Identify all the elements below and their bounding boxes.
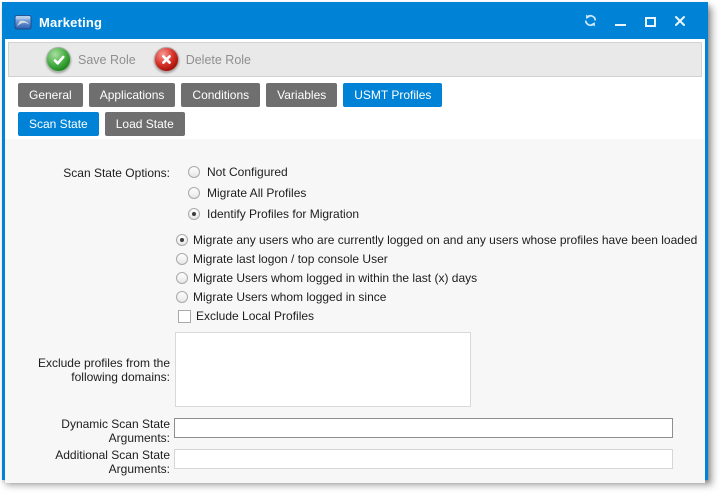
maximize-button[interactable] (637, 10, 663, 34)
marketing-role-window: Marketing (2, 2, 708, 480)
refresh-icon (583, 13, 598, 31)
radio-option-identify-profiles[interactable]: Identify Profiles for Migration (188, 207, 359, 221)
radio-label: Identify Profiles for Migration (207, 207, 359, 221)
radio-icon (176, 291, 188, 303)
exclude-local-profiles-checkbox[interactable]: Exclude Local Profiles (178, 309, 314, 323)
radio-icon (188, 166, 200, 178)
close-button[interactable] (667, 10, 693, 34)
radio-icon (176, 234, 188, 246)
checkbox-icon (178, 310, 191, 323)
titlebar[interactable]: Marketing (5, 5, 705, 39)
minimize-button[interactable] (607, 10, 633, 34)
exclude-domains-label: Exclude profiles from the following doma… (30, 356, 170, 384)
radio-option-not-configured[interactable]: Not Configured (188, 165, 288, 179)
radio-label: Migrate Users whom logged in within the … (193, 271, 477, 285)
maximize-icon (645, 17, 656, 27)
radio-label: Migrate Users whom logged in since (193, 290, 386, 304)
additional-scan-state-arguments-input[interactable] (174, 449, 673, 469)
checkbox-label: Exclude Local Profiles (196, 309, 314, 323)
radio-icon (188, 187, 200, 199)
window-body: Save Role Delete Role General Applicatio… (5, 39, 705, 483)
radio-icon (176, 272, 188, 284)
dynamic-scan-state-arguments-label: Dynamic Scan State Arguments: (30, 417, 170, 445)
radio-icon (176, 253, 188, 265)
refresh-button[interactable] (577, 10, 603, 34)
scan-state-form: Scan State Options: Not Configured Migra… (5, 39, 705, 483)
window-controls (577, 10, 699, 34)
exclude-domains-textarea[interactable] (175, 332, 471, 407)
radio-option-migrate-all-profiles[interactable]: Migrate All Profiles (188, 186, 306, 200)
radio-option-migrate-last-x-days[interactable]: Migrate Users whom logged in within the … (176, 271, 477, 285)
minimize-icon (615, 24, 626, 26)
app-icon (14, 13, 32, 31)
radio-option-migrate-since[interactable]: Migrate Users whom logged in since (176, 290, 386, 304)
scan-state-options-label: Scan State Options: (40, 166, 170, 180)
window-title: Marketing (39, 15, 102, 30)
radio-label: Migrate All Profiles (207, 186, 306, 200)
radio-label: Migrate last logon / top console User (193, 252, 388, 266)
radio-icon (188, 208, 200, 220)
radio-label: Migrate any users who are currently logg… (193, 233, 697, 247)
close-icon (674, 15, 686, 30)
radio-option-migrate-logged-on-users[interactable]: Migrate any users who are currently logg… (176, 233, 697, 247)
radio-label: Not Configured (207, 165, 288, 179)
radio-option-migrate-last-logon[interactable]: Migrate last logon / top console User (176, 252, 388, 266)
additional-scan-state-arguments-label: Additional Scan State Arguments: (30, 448, 170, 476)
dynamic-scan-state-arguments-input[interactable] (174, 418, 673, 438)
